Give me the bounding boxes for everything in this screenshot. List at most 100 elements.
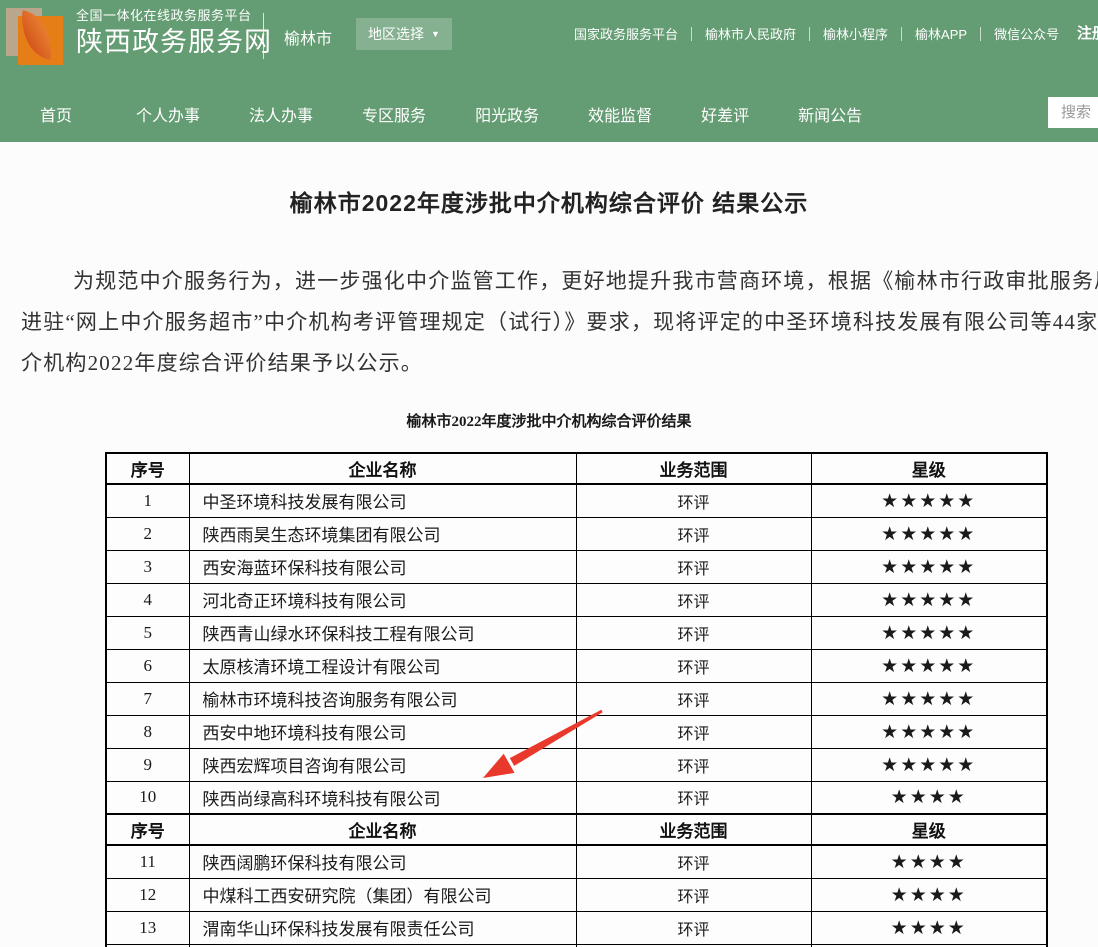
cell-index: 11 (106, 845, 189, 878)
cell-index: 9 (106, 748, 189, 781)
column-header: 企业名称 (189, 453, 576, 484)
cell-company-name: 西安海蓝环保科技有限公司 (189, 550, 576, 583)
cell-business-scope: 环评 (576, 583, 811, 616)
column-header: 星级 (811, 453, 1047, 484)
paragraph-line: 介机构2022年度综合评价结果予以公示。 (0, 343, 1098, 384)
cell-company-name: 陕西尚绿高科环境科技有限公司 (189, 781, 576, 814)
cell-business-scope: 环评 (576, 517, 811, 550)
cell-index: 7 (106, 682, 189, 715)
nav-item[interactable]: 阳光政务 (475, 102, 539, 126)
current-city-label: 榆林市 (284, 25, 332, 49)
column-header: 序号 (106, 814, 189, 845)
table-row: 5陕西青山绿水环保科技工程有限公司环评★★★★★ (106, 616, 1047, 649)
top-link[interactable]: 国家政务服务平台 (574, 24, 678, 43)
region-select-label: 地区选择 (368, 24, 424, 44)
link-separator (691, 27, 692, 41)
cell-business-scope: 环评 (576, 911, 811, 944)
top-link[interactable]: 榆林APP (915, 24, 967, 43)
nav-item[interactable]: 法人办事 (249, 102, 313, 126)
cell-business-scope: 环评 (576, 484, 811, 517)
cell-business-scope: 环评 (576, 781, 811, 814)
site-title: 陕西政务服务网 (76, 29, 272, 56)
announcement-page: 榆林市2022年度涉批中介机构综合评价 结果公示 为规范中介服务行为，进一步强化… (0, 184, 1098, 947)
paragraph-line: 进驻“网上中介服务超市”中介机构考评管理规定（试行）》要求，现将评定的中圣环境科… (0, 302, 1098, 343)
top-link[interactable]: 榆林小程序 (823, 24, 888, 43)
link-separator (809, 27, 810, 41)
cell-star-rating: ★★★★★ (811, 715, 1047, 748)
site-logo[interactable] (6, 8, 68, 66)
cell-star-rating: ★★★★ (811, 911, 1047, 944)
cell-company-name: 陕西宏辉项目咨询有限公司 (189, 748, 576, 781)
table-row: 1中圣环境科技发展有限公司环评★★★★★ (106, 484, 1047, 517)
cell-business-scope: 环评 (576, 550, 811, 583)
nav-item[interactable]: 新闻公告 (798, 102, 862, 126)
cell-business-scope: 环评 (576, 616, 811, 649)
link-separator (901, 27, 902, 41)
cell-business-scope: 环评 (576, 878, 811, 911)
table-row: 13渭南华山环保科技发展有限责任公司环评★★★★ (106, 911, 1047, 944)
cell-company-name: 中煤科工西安研究院（集团）有限公司 (189, 878, 576, 911)
table-header-row: 序号企业名称业务范围星级 (106, 453, 1047, 484)
cell-index: 12 (106, 878, 189, 911)
cell-index: 2 (106, 517, 189, 550)
cell-star-rating: ★★★★★ (811, 682, 1047, 715)
table-row: 10陕西尚绿高科环境科技有限公司环评★★★★ (106, 781, 1047, 814)
cell-business-scope: 环评 (576, 682, 811, 715)
results-table: 序号企业名称业务范围星级1中圣环境科技发展有限公司环评★★★★★2陕西雨昊生态环… (105, 452, 1048, 947)
nav-item[interactable]: 好差评 (701, 102, 749, 126)
nav-item[interactable]: 专区服务 (362, 102, 426, 126)
table-row: 11陕西阔鹏环保科技有限公司环评★★★★ (106, 845, 1047, 878)
brand-divider (263, 13, 264, 59)
cell-index: 3 (106, 550, 189, 583)
cell-company-name: 陕西青山绿水环保科技工程有限公司 (189, 616, 576, 649)
search-input[interactable] (1048, 97, 1098, 128)
cell-index: 4 (106, 583, 189, 616)
top-external-links: 国家政务服务平台 榆林市人民政府 榆林小程序 榆林APP 微信公众号 (574, 24, 1059, 43)
table-row: 7榆林市环境科技咨询服务有限公司环评★★★★★ (106, 682, 1047, 715)
cell-company-name: 榆林市环境科技咨询服务有限公司 (189, 682, 576, 715)
cell-company-name: 渭南华山环保科技发展有限责任公司 (189, 911, 576, 944)
link-separator (980, 27, 981, 41)
cell-index: 10 (106, 781, 189, 814)
platform-tagline: 全国一体化在线政务服务平台 (76, 9, 272, 22)
table-row: 12中煤科工西安研究院（集团）有限公司环评★★★★ (106, 878, 1047, 911)
cell-star-rating: ★★★★ (811, 781, 1047, 814)
region-select-button[interactable]: 地区选择 ▼ (356, 18, 452, 50)
brand-text: 全国一体化在线政务服务平台 陕西政务服务网 (76, 9, 272, 56)
column-header: 业务范围 (576, 814, 811, 845)
cell-index: 5 (106, 616, 189, 649)
nav-item[interactable]: 个人办事 (136, 102, 200, 126)
cell-business-scope: 环评 (576, 845, 811, 878)
cell-star-rating: ★★★★★ (811, 550, 1047, 583)
cell-star-rating: ★★★★★ (811, 583, 1047, 616)
table-row: 6太原核清环境工程设计有限公司环评★★★★★ (106, 649, 1047, 682)
cell-index: 6 (106, 649, 189, 682)
cell-star-rating: ★★★★ (811, 878, 1047, 911)
cell-index: 8 (106, 715, 189, 748)
column-header: 业务范围 (576, 453, 811, 484)
main-navigation: 首页 个人办事 法人办事 专区服务 阳光政务 效能监督 好差评 新闻公告 (0, 85, 1098, 142)
chevron-down-icon: ▼ (431, 29, 440, 39)
results-table-body: 序号企业名称业务范围星级1中圣环境科技发展有限公司环评★★★★★2陕西雨昊生态环… (106, 453, 1047, 947)
table-row: 3西安海蓝环保科技有限公司环评★★★★★ (106, 550, 1047, 583)
register-link[interactable]: 注册 (1077, 22, 1098, 43)
table-caption: 榆林市2022年度涉批中介机构综合评价结果 (0, 410, 1098, 431)
cell-star-rating: ★★★★★ (811, 517, 1047, 550)
table-header-row: 序号企业名称业务范围星级 (106, 814, 1047, 845)
column-header: 星级 (811, 814, 1047, 845)
cell-index: 1 (106, 484, 189, 517)
table-row: 4河北奇正环境科技有限公司环评★★★★★ (106, 583, 1047, 616)
top-link[interactable]: 微信公众号 (994, 24, 1059, 43)
column-header: 企业名称 (189, 814, 576, 845)
nav-item[interactable]: 首页 (40, 102, 72, 126)
cell-company-name: 中圣环境科技发展有限公司 (189, 484, 576, 517)
table-row: 9陕西宏辉项目咨询有限公司环评★★★★★ (106, 748, 1047, 781)
cell-star-rating: ★★★★★ (811, 616, 1047, 649)
cell-business-scope: 环评 (576, 748, 811, 781)
nav-item[interactable]: 效能监督 (588, 102, 652, 126)
cell-star-rating: ★★★★★ (811, 748, 1047, 781)
column-header: 序号 (106, 453, 189, 484)
top-link[interactable]: 榆林市人民政府 (705, 24, 796, 43)
table-row: 8西安中地环境科技有限公司环评★★★★★ (106, 715, 1047, 748)
cell-company-name: 西安中地环境科技有限公司 (189, 715, 576, 748)
